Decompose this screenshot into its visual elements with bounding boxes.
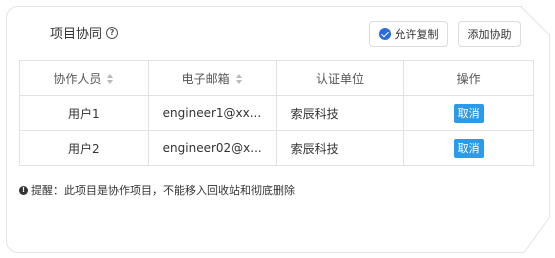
cell-email: engineer02@x... bbox=[147, 130, 277, 166]
sort-icon[interactable] bbox=[107, 74, 114, 84]
cell-user: 用户1 bbox=[19, 95, 149, 131]
cancel-button[interactable]: 取消 bbox=[453, 103, 484, 123]
cell-unit: 索辰科技 bbox=[275, 95, 405, 131]
allow-copy-label: 允许复制 bbox=[394, 28, 439, 41]
cell-email: engineer1@xx... bbox=[147, 95, 277, 131]
notice-text: 提醒：此项目是协作项目，不能移入回收站和彻底删除 bbox=[31, 184, 295, 197]
panel-title: 项目协同 ? bbox=[50, 23, 119, 42]
column-header-user[interactable]: 协作人员 bbox=[19, 60, 149, 96]
cancel-button[interactable]: 取消 bbox=[453, 138, 484, 158]
cell-action: 取消 bbox=[403, 130, 534, 166]
add-collaborator-label: 添加协助 bbox=[467, 28, 512, 41]
table-header-row: 协作人员 电子邮箱 认证单位 操作 bbox=[19, 60, 534, 96]
check-circle-icon bbox=[378, 28, 391, 40]
sort-icon[interactable] bbox=[235, 74, 243, 84]
panel-title-text: 项目协同 bbox=[50, 27, 103, 42]
notice: ! 提醒：此项目是协作项目，不能移入回收站和彻底删除 bbox=[19, 182, 295, 198]
question-circle-icon[interactable]: ? bbox=[106, 26, 119, 39]
column-header-action: 操作 bbox=[403, 60, 534, 96]
exclamation-circle-icon: ! bbox=[19, 185, 28, 195]
cell-user: 用户2 bbox=[19, 130, 149, 166]
column-header-email[interactable]: 电子邮箱 bbox=[147, 60, 277, 96]
collaborators-table: 协作人员 电子邮箱 认证单位 操作 用户1 engineer1@xx... 索辰… bbox=[19, 60, 534, 166]
column-header-unit: 认证单位 bbox=[275, 60, 405, 96]
table-row: 用户1 engineer1@xx... 索辰科技 取消 bbox=[19, 95, 534, 131]
cell-action: 取消 bbox=[403, 95, 534, 131]
cell-unit: 索辰科技 bbox=[275, 130, 405, 166]
add-collaborator-button[interactable]: 添加协助 bbox=[458, 21, 521, 47]
allow-copy-button[interactable]: 允许复制 bbox=[369, 21, 448, 47]
table-row: 用户2 engineer02@x... 索辰科技 取消 bbox=[19, 130, 534, 166]
